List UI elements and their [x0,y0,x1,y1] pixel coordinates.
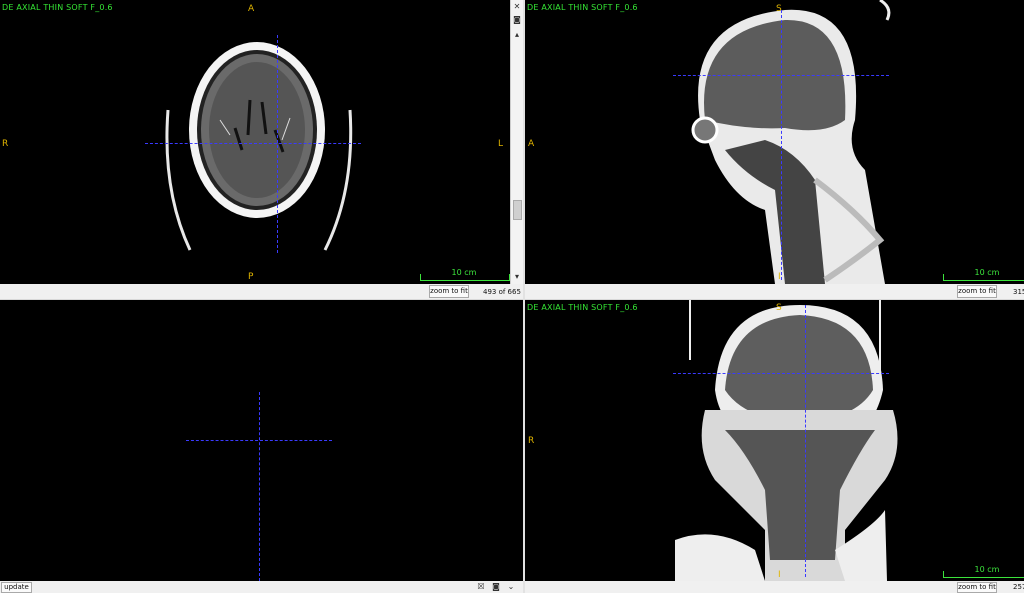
axial-scale-bar [420,274,510,281]
sagittal-orient-top: S [776,4,782,14]
coronal-viewport[interactable]: DE AXIAL THIN SOFT F_0.6 S R I 10 cm [525,300,1024,581]
sagittal-scale-bar [943,274,1024,281]
axial-ct-image [165,42,353,251]
axial-statusbar: zoom to fit 493 of 665 [0,284,523,299]
axial-orient-right: L [498,139,504,149]
coronal-zoom-to-fit-button[interactable]: zoom to fit [957,582,997,593]
sagittal-ct-image [691,0,891,284]
axial-slice-count: 493 of 665 [483,288,521,296]
coronal-scale-bar [943,571,1024,578]
coronal-crosshair-horizontal[interactable] [673,373,889,374]
update-button[interactable]: update [1,582,32,593]
empty-viewport[interactable] [0,300,523,581]
sagittal-series-label: DE AXIAL THIN SOFT F_0.6 [527,3,638,12]
camera-icon[interactable]: ◙ [491,582,501,592]
axial-orient-bottom: P [248,272,254,282]
close-icon[interactable]: ☒ [476,582,486,592]
axial-crosshair-horizontal[interactable] [145,143,361,144]
axial-scrollbar[interactable]: ✕ ◙ ▴ ▾ [510,0,523,284]
axial-orient-top: A [248,4,255,14]
coronal-crosshair-vertical[interactable] [805,305,806,577]
sagittal-orient-bottom: I [778,272,781,282]
axial-viewport[interactable]: DE AXIAL THIN SOFT F_0.6 A R L P 10 cm [0,0,510,284]
coronal-statusbar: zoom to fit 257 [525,581,1024,593]
coronal-series-label: DE AXIAL THIN SOFT F_0.6 [527,303,638,312]
sagittal-statusbar: zoom to fit 315 [525,284,1024,299]
axial-scroll-thumb[interactable] [513,200,522,220]
scroll-up-icon[interactable]: ▴ [512,30,522,40]
coronal-orient-top: S [776,303,782,313]
close-icon[interactable]: ✕ [512,2,522,12]
sagittal-crosshair-vertical[interactable] [781,10,782,280]
scroll-down-icon[interactable]: ▾ [512,272,522,282]
coronal-orient-left: R [528,436,535,446]
axial-series-label: DE AXIAL THIN SOFT F_0.6 [2,3,113,12]
sagittal-viewport[interactable]: DE AXIAL THIN SOFT F_0.6 S A I 10 cm [525,0,1024,284]
chevron-down-icon[interactable]: ⌄ [506,582,516,592]
axial-zoom-to-fit-button[interactable]: zoom to fit [429,285,469,298]
axial-orient-left: R [2,139,9,149]
sagittal-slice-count: 315 [1013,288,1024,296]
axial-crosshair-vertical[interactable] [277,35,278,253]
coronal-ct-image [675,300,898,581]
sagittal-orient-left: A [528,139,535,149]
empty-statusbar: update ☒ ◙ ⌄ [0,581,523,593]
camera-icon[interactable]: ◙ [512,15,522,25]
coronal-orient-bottom: I [778,570,781,580]
empty-crosshair-vertical[interactable] [259,392,260,581]
column-divider[interactable] [523,0,525,593]
sagittal-zoom-to-fit-button[interactable]: zoom to fit [957,285,997,298]
coronal-slice-count: 257 [1013,583,1024,591]
